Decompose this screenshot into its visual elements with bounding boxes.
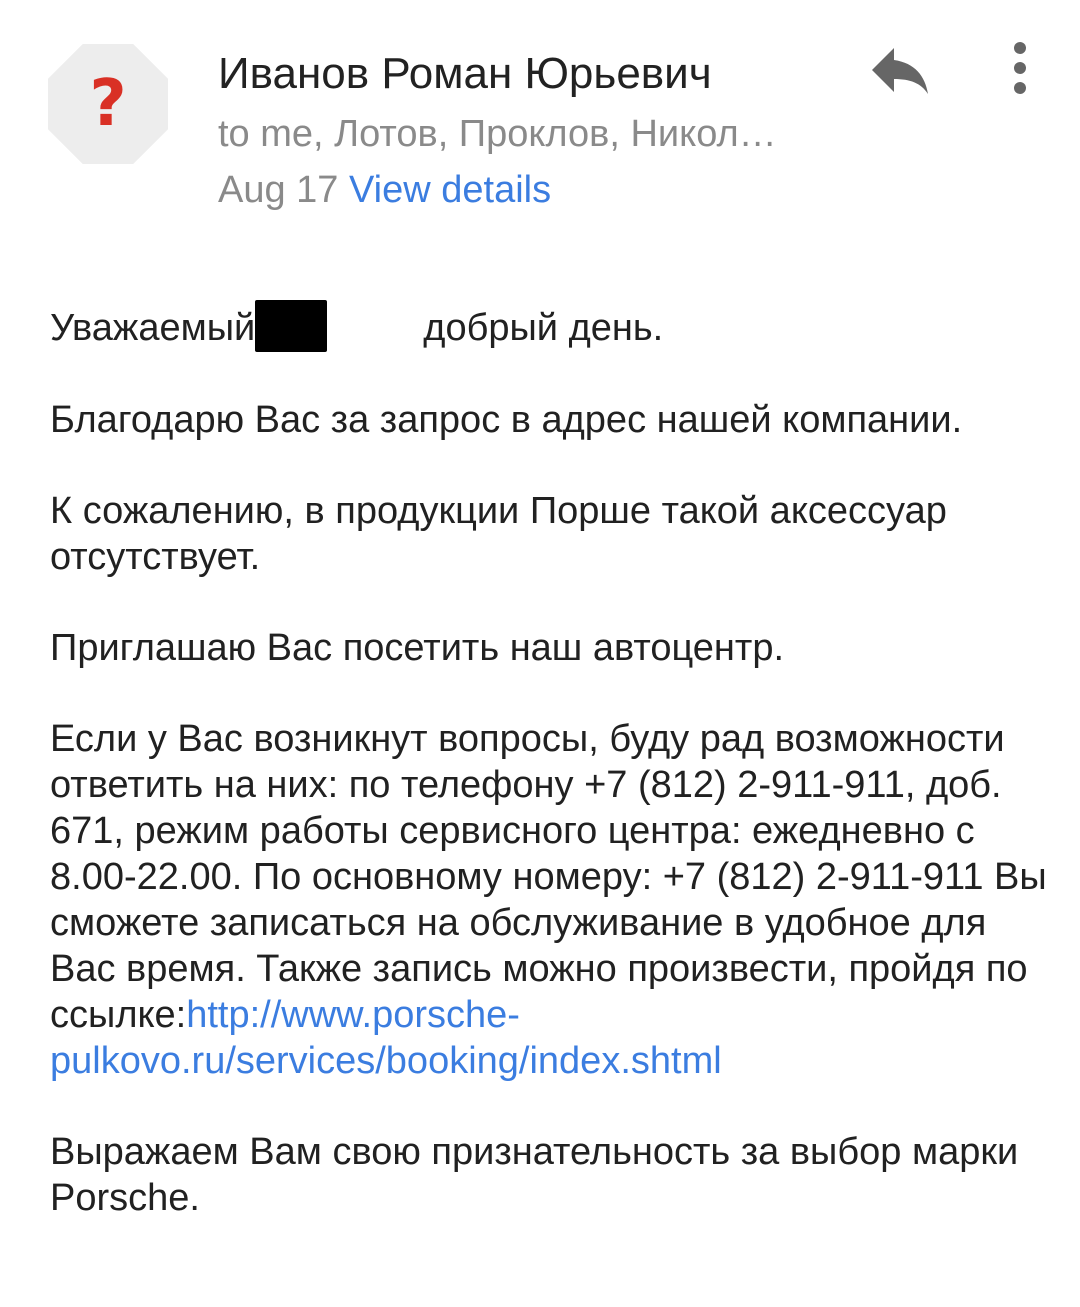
more-vert-icon [1014, 42, 1026, 94]
body-paragraph-4: Если у Вас возникнут вопросы, буду рад в… [50, 716, 1050, 1084]
greeting-prefix: Уважаемый [50, 307, 256, 349]
redacted-name-block [255, 300, 328, 352]
body-paragraph-1: Благодарю Вас за запрос в адрес нашей ко… [50, 399, 963, 441]
body-paragraph-3: Приглашаю Вас посетить наш автоцентр. [50, 627, 785, 669]
reply-icon [872, 48, 928, 94]
message-body: Уважаемый добрый день. Благодарю Вас за з… [50, 300, 1050, 1266]
view-details-link[interactable]: View details [349, 169, 551, 211]
greeting-suffix: добрый день. [423, 307, 664, 349]
sender-name: Иванов Роман Юрьевич [218, 49, 712, 98]
recipients-line: to me, Лотов, Проклов, Никол… [218, 113, 777, 155]
contact-info-text: Если у Вас возникнут вопросы, буду рад в… [50, 718, 1047, 1036]
body-paragraph-5: Выражаем Вам свою признательность за выб… [50, 1131, 1019, 1219]
body-paragraph-2: К сожалению, в продукции Порше такой акс… [50, 490, 947, 578]
reply-button[interactable] [866, 40, 934, 100]
unknown-contact-icon: ? [89, 67, 127, 141]
sender-avatar[interactable]: ? [48, 44, 168, 164]
date-line: Aug 17 View details [218, 166, 551, 214]
greeting-paragraph: Уважаемый добрый день. [50, 300, 1050, 352]
more-options-button[interactable] [1000, 40, 1040, 96]
redacted-name-blank [327, 300, 423, 352]
message-date: Aug 17 [218, 169, 339, 211]
